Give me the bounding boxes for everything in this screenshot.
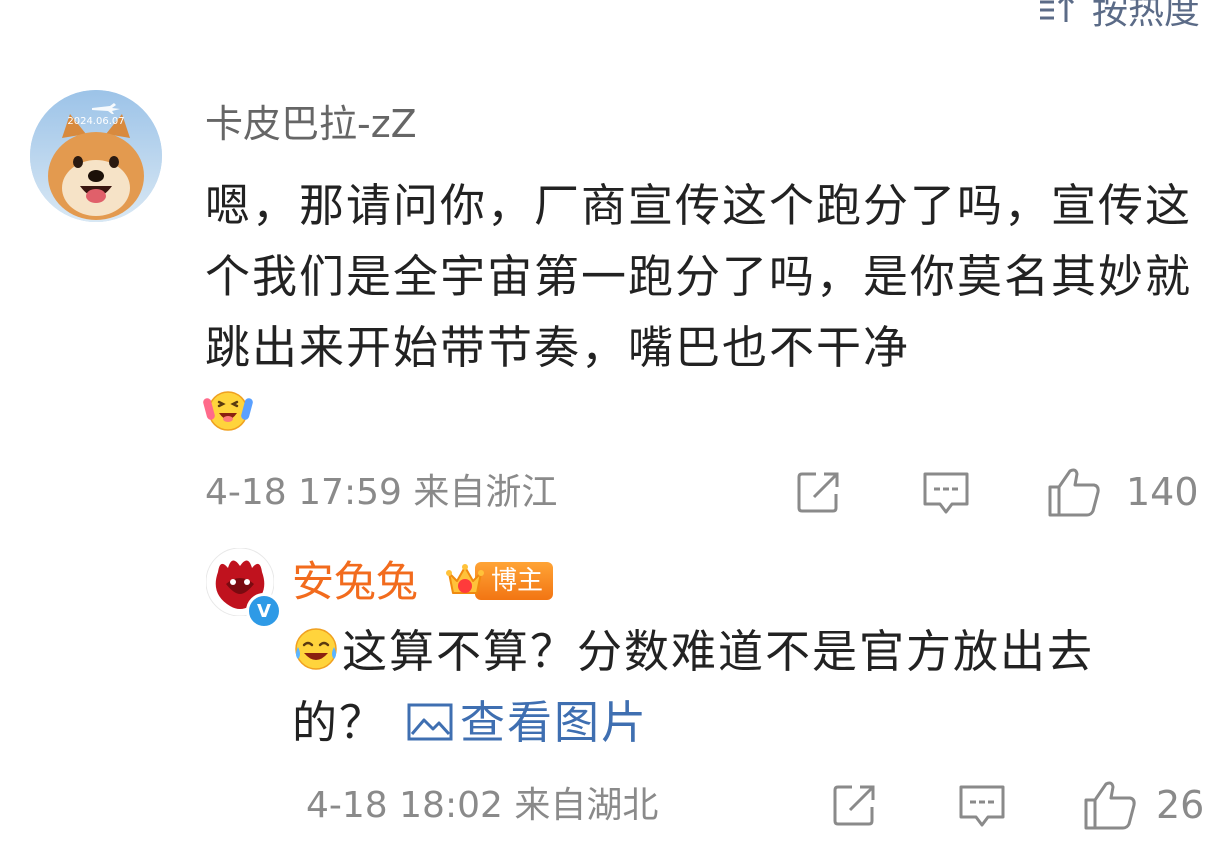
share-icon [797,472,839,513]
reply-share-button[interactable] [830,781,878,829]
comment-text: 嗯，那请问你，厂商宣传这个跑分了吗，宣传这个我们是全宇宙第一跑分了吗，是你莫名其… [205,179,1193,374]
shiba-dog-avatar-icon [30,90,162,222]
reply-comment-button[interactable] [956,781,1008,831]
blogger-badge: 博主 [443,557,554,605]
avatar-stamp: 2024.06.07 [67,116,125,127]
timestamp: 4-18 17:59 [205,472,402,513]
like-count: 140 [1126,470,1199,514]
image-icon [407,703,453,741]
share-button[interactable] [794,468,842,516]
reply-text-block: 这算不算？分数难道不是官方放出去的？ 查看图片 [292,616,1182,758]
location: 来自浙江 [413,472,558,513]
sort-by-hot-button[interactable]: 按热度 [1036,0,1200,34]
share-icon [833,785,875,826]
reply-location: 来自湖北 [514,785,659,826]
sort-label: 按热度 [1091,0,1200,32]
comment-meta: 4-18 17:59 来自浙江 [205,470,557,516]
view-picture-label: 查看图片 [460,696,649,749]
comment-icon [923,472,969,514]
comment-thread: 按热度 2024.06.07 卡皮巴拉-zZ 嗯，那请问你，厂商宣传这个跑分了吗… [0,0,1232,844]
excited-face-emoji-icon [203,391,253,431]
crying-laughing-emoji-icon [295,628,337,670]
thumbs-up-icon [1048,468,1100,517]
sort-icon [1039,0,1075,22]
verified-icon: V [246,593,282,629]
reply-timestamp: 4-18 18:02 [306,785,503,826]
reply-meta: 4-18 18:02 来自湖北 [306,783,658,829]
reply-username[interactable]: 安兔兔 [292,552,418,612]
username[interactable]: 卡皮巴拉-zZ [205,96,417,152]
reply-like-button[interactable]: 26 [1082,778,1204,832]
avatar[interactable]: 2024.06.07 [30,90,162,222]
comment-button[interactable] [920,468,972,518]
like-button[interactable]: 140 [1046,465,1199,519]
reply-like-count: 26 [1156,783,1205,827]
thumbs-up-icon [1084,781,1136,830]
view-picture-link[interactable]: 查看图片 [406,696,648,749]
crown-badge-icon [446,564,484,594]
comment-icon [959,785,1005,827]
